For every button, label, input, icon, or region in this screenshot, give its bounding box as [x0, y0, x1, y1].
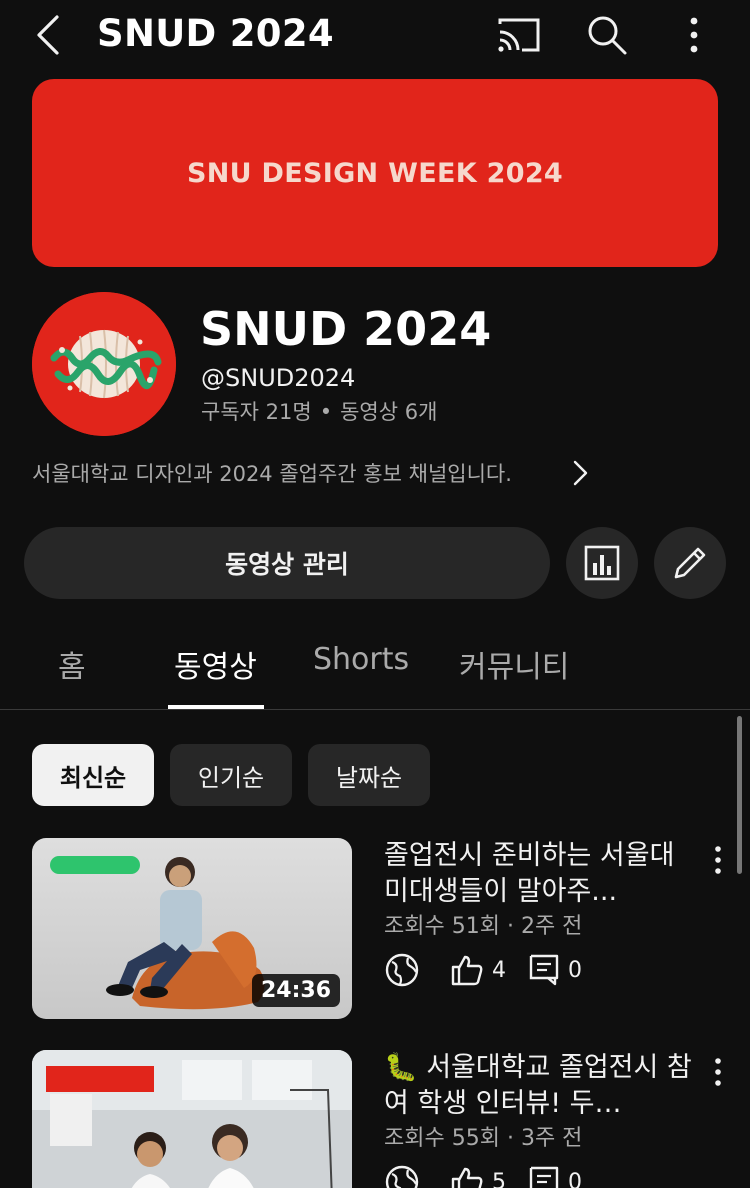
globe-icon: [385, 953, 419, 987]
video-stats: 5 0: [384, 1162, 604, 1188]
app-bar: SNUD 2024: [0, 0, 750, 72]
comment-stat[interactable]: 0: [528, 953, 582, 987]
meta-separator: ·: [506, 1126, 514, 1151]
channel-name: SNUD 2024: [200, 302, 492, 356]
channel-banner: SNU DESIGN WEEK 2024: [32, 79, 718, 267]
sort-chip-oldest[interactable]: 날짜순: [308, 744, 430, 806]
video-meta: 조회수 55회 · 3주 전: [384, 1120, 582, 1152]
analytics-icon: [584, 545, 620, 581]
video-list-item[interactable]: 🐛 서울대학교 졸업전시 참여 학생 인터뷰! 두… 조회수 55회 · 3주 …: [0, 1050, 750, 1188]
manage-videos-button[interactable]: 동영상 관리: [24, 527, 550, 599]
search-icon: [588, 16, 627, 55]
sort-chip-popular[interactable]: 인기순: [170, 744, 292, 806]
comment-count: 0: [568, 957, 582, 983]
channel-logo-icon: [32, 292, 176, 436]
description-expand-button[interactable]: [566, 456, 594, 490]
cast-button[interactable]: [496, 14, 542, 56]
like-stat[interactable]: 5: [450, 1165, 506, 1188]
visibility-status[interactable]: [384, 952, 428, 988]
back-arrow-icon: [37, 15, 59, 55]
video-list-item[interactable]: 24:36 졸업전시 준비하는 서울대미대생들이 말아주... 조회수 51회 …: [0, 838, 750, 1028]
like-stat[interactable]: 4: [450, 953, 506, 987]
video-count: 동영상 6개: [340, 400, 438, 424]
video-title[interactable]: 졸업전시 준비하는 서울대미대생들이 말아주...: [384, 838, 694, 910]
view-count: 조회수 55회: [384, 1126, 500, 1151]
chevron-right-icon: [573, 460, 588, 486]
tab-shorts[interactable]: Shorts: [313, 642, 409, 677]
edit-pencil-icon: [674, 547, 706, 579]
comment-stat[interactable]: 0: [528, 1165, 582, 1188]
more-vert-icon: [690, 17, 698, 53]
channel-page: SNUD 2024 SNU DESIGN WEEK 2024 SNUD 2024…: [0, 0, 750, 1188]
video-thumbnail[interactable]: 24:36: [32, 838, 352, 1019]
video-meta: 조회수 51회 · 2주 전: [384, 908, 582, 940]
more-vert-icon: [715, 846, 721, 874]
active-tab-indicator: [168, 705, 264, 709]
view-count: 조회수 51회: [384, 914, 500, 939]
thumbs-up-icon: [451, 1167, 483, 1188]
banner-text: SNU DESIGN WEEK 2024: [186, 157, 563, 189]
cast-icon: [498, 18, 540, 52]
more-options-button[interactable]: [676, 12, 712, 58]
channel-stats: 구독자 21명 • 동영상 6개: [201, 396, 437, 426]
edit-channel-button[interactable]: [654, 527, 726, 599]
meta-separator: ·: [506, 914, 514, 939]
visibility-status[interactable]: [384, 1164, 428, 1188]
like-count: 5: [492, 1169, 506, 1188]
like-count: 4: [492, 957, 506, 983]
tab-videos[interactable]: 동영상: [174, 642, 257, 686]
app-bar-title: SNUD 2024: [97, 12, 334, 55]
comment-icon: [529, 1166, 559, 1188]
upload-age: 2주 전: [520, 914, 583, 939]
sort-chip-latest[interactable]: 최신순: [32, 744, 154, 806]
back-button[interactable]: [28, 12, 68, 58]
video-more-button[interactable]: [704, 1054, 732, 1090]
channel-handle: @SNUD2024: [201, 364, 356, 392]
channel-avatar[interactable]: [32, 292, 176, 436]
tab-community[interactable]: 커뮤니티: [459, 642, 569, 686]
subscriber-count: 구독자 21명: [201, 400, 312, 424]
video-thumbnail[interactable]: [32, 1050, 352, 1188]
stats-separator: •: [319, 400, 333, 424]
search-button[interactable]: [584, 12, 630, 58]
analytics-button[interactable]: [566, 527, 638, 599]
comment-icon: [529, 954, 559, 986]
video-more-button[interactable]: [704, 842, 732, 878]
channel-tabs: 홈 동영상 Shorts 커뮤니티: [0, 622, 750, 710]
more-vert-icon: [715, 1058, 721, 1086]
video-duration: 24:36: [251, 974, 340, 1007]
thumbnail-image: [32, 1050, 352, 1188]
video-stats: 4 0: [384, 950, 604, 990]
tab-home[interactable]: 홈: [58, 642, 86, 686]
upload-age: 3주 전: [520, 1126, 583, 1151]
globe-icon: [385, 1165, 419, 1188]
channel-description[interactable]: 서울대학교 디자인과 2024 졸업주간 홍보 채널입니다.: [32, 458, 592, 488]
comment-count: 0: [568, 1169, 582, 1188]
video-title[interactable]: 🐛 서울대학교 졸업전시 참여 학생 인터뷰! 두…: [384, 1050, 694, 1122]
thumbs-up-icon: [451, 955, 483, 986]
